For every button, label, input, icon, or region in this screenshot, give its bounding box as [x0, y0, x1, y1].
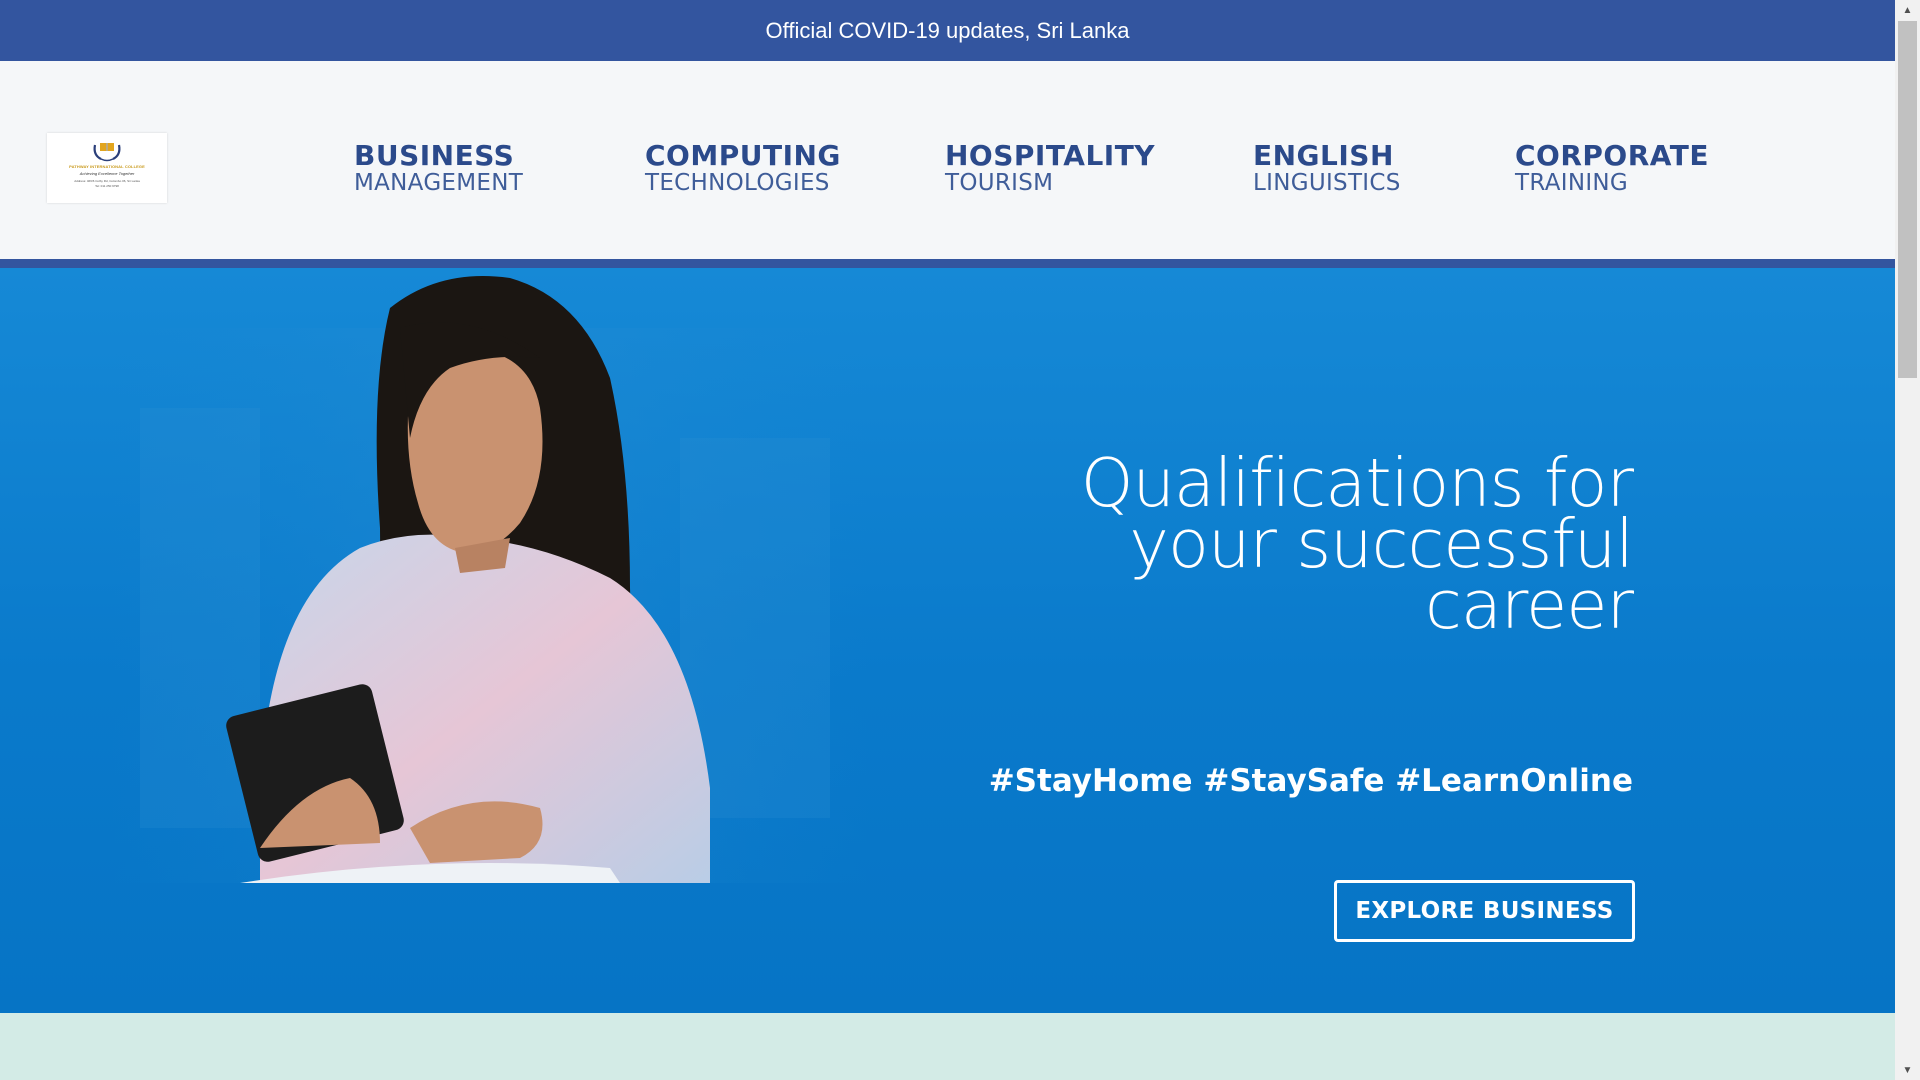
page: Official COVID-19 updates, Sri Lanka PAT…	[0, 0, 1895, 1080]
nav-title: ENGLISH	[1253, 139, 1394, 172]
logo-college-name: PATHWAY INTERNATIONAL COLLEGE	[69, 164, 145, 169]
nav-subtitle: LINGUISTICS	[1253, 170, 1401, 196]
nav-title: CORPORATE	[1515, 139, 1710, 172]
nav-title: HOSPITALITY	[945, 139, 1156, 172]
nav-computing-technologies[interactable]: COMPUTING TECHNOLOGIES	[645, 139, 841, 196]
college-logo[interactable]: PATHWAY INTERNATIONAL COLLEGE Achieving …	[47, 133, 167, 203]
nav-subtitle: TRAINING	[1515, 170, 1629, 196]
logo-phone: Tel: 011 250 9798	[95, 184, 119, 188]
nav-subtitle: MANAGEMENT	[354, 170, 524, 196]
nav-business-management[interactable]: BUSINESS MANAGEMENT	[354, 139, 524, 196]
scroll-down-arrow-icon[interactable]: ▼	[1895, 1060, 1920, 1080]
nav-subtitle: TOURISM	[945, 170, 1054, 196]
nav-english-linguistics[interactable]: ENGLISH LINGUISTICS	[1253, 139, 1401, 196]
covid-notice-bar: Official COVID-19 updates, Sri Lanka	[0, 0, 1895, 61]
hero-student-photo	[110, 276, 870, 883]
scroll-up-arrow-icon[interactable]: ▲	[1895, 0, 1920, 20]
hero-heading: Qualifications for your successful caree…	[993, 450, 1634, 644]
page-scrollbar[interactable]: ▲ ▼	[1895, 0, 1920, 1080]
hero-banner: Qualifications for your successful caree…	[0, 268, 1895, 1013]
nav-subtitle: TECHNOLOGIES	[645, 170, 830, 196]
logo-tagline: Achieving Excellence Together	[79, 171, 135, 176]
college-crest-icon	[93, 143, 121, 162]
nav-hospitality-tourism[interactable]: HOSPITALITY TOURISM	[945, 139, 1156, 196]
next-section-strip	[0, 1013, 1895, 1080]
covid-notice-link[interactable]: Official COVID-19 updates, Sri Lanka	[766, 18, 1130, 44]
scrollbar-thumb[interactable]	[1898, 21, 1917, 378]
hero-heading-line-3: career	[1425, 566, 1634, 644]
nav-title: COMPUTING	[645, 139, 841, 172]
hero-hashtags: #StayHome #StaySafe #LearnOnline	[988, 763, 1633, 799]
logo-address: Address: 466/6 Colby Rd, Colombo 06, Sri…	[74, 179, 140, 183]
nav-title: BUSINESS	[354, 139, 515, 172]
explore-business-button[interactable]: EXPLORE BUSINESS	[1334, 880, 1635, 942]
header-divider	[0, 259, 1895, 268]
nav-corporate-training[interactable]: CORPORATE TRAINING	[1515, 139, 1710, 196]
site-header: PATHWAY INTERNATIONAL COLLEGE Achieving …	[0, 61, 1895, 259]
